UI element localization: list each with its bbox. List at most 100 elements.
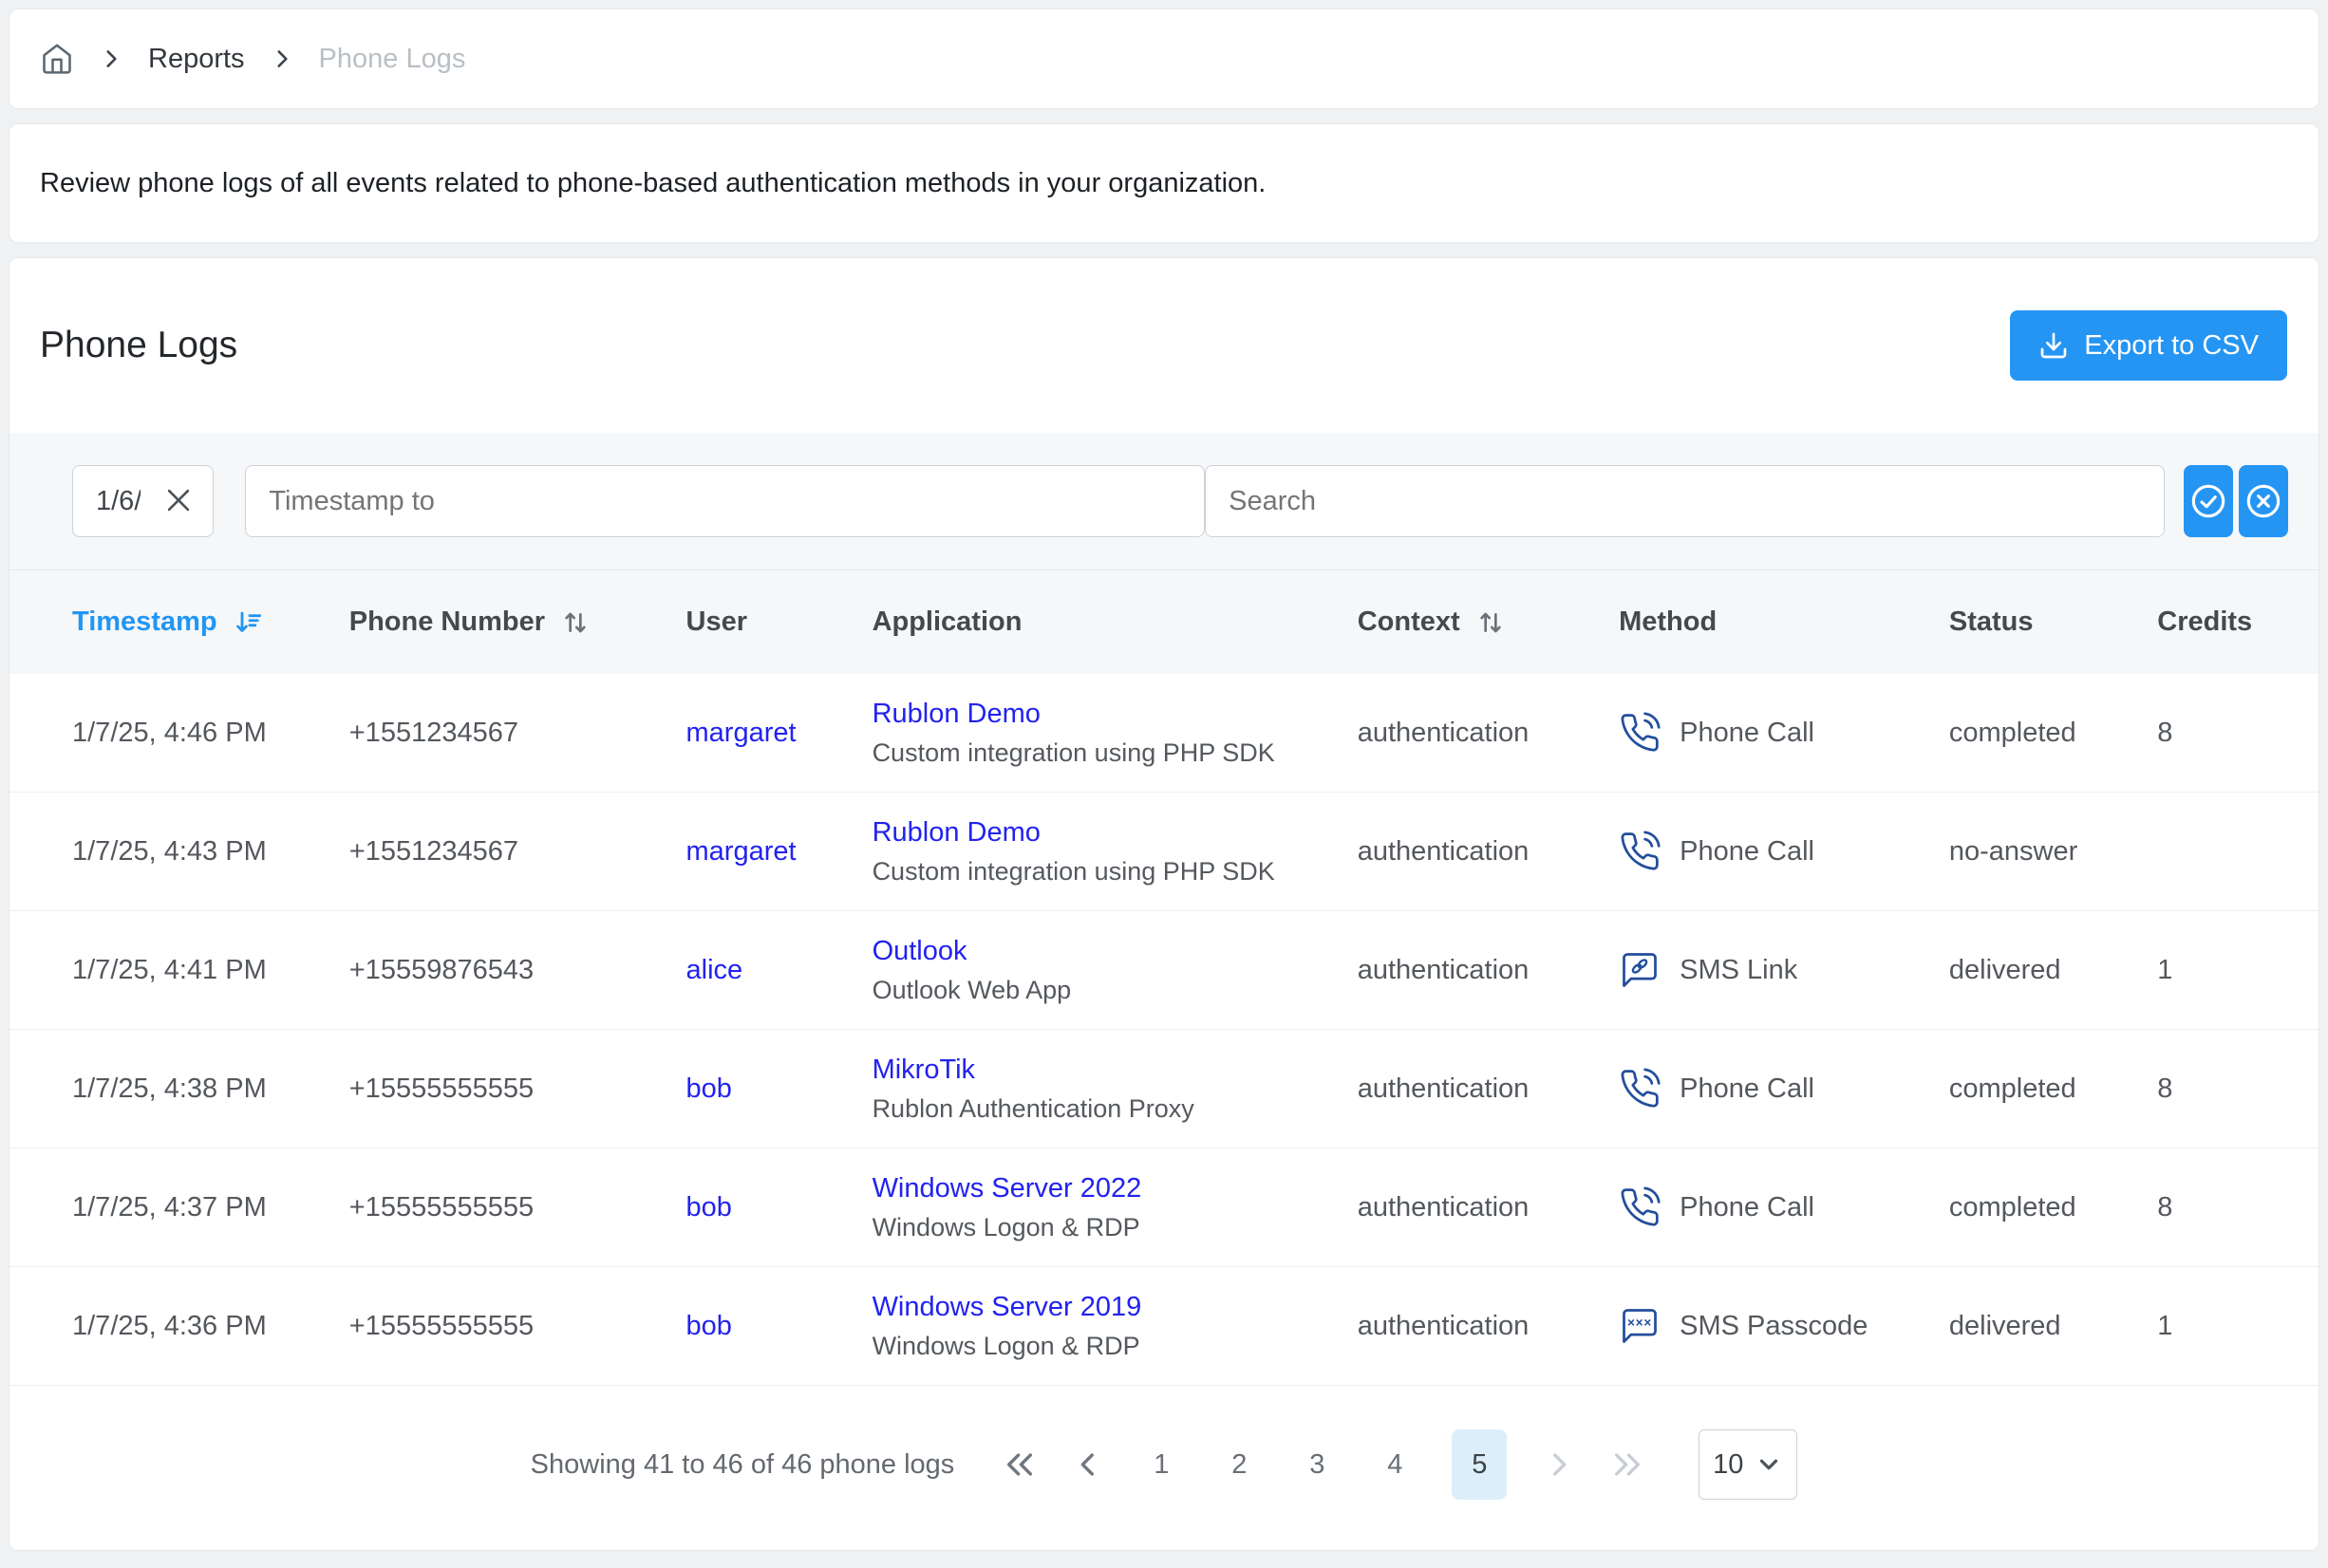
user-link[interactable]: bob bbox=[686, 1311, 732, 1341]
cell-method: Phone Call bbox=[1680, 836, 1814, 868]
search-input[interactable] bbox=[1205, 465, 2165, 537]
cell-context: authentication bbox=[1358, 1192, 1619, 1223]
user-link[interactable]: alice bbox=[686, 955, 743, 985]
column-header-phone-number[interactable]: Phone Number bbox=[349, 607, 686, 638]
page-button-4[interactable]: 4 bbox=[1374, 1449, 1416, 1481]
description-card: Review phone logs of all events related … bbox=[9, 123, 2319, 243]
clear-timestamp-from-button[interactable] bbox=[162, 484, 195, 516]
cell-status: completed bbox=[1949, 718, 2157, 749]
page-button-5-active[interactable]: 5 bbox=[1452, 1429, 1507, 1500]
application-link[interactable]: Rublon Demo bbox=[873, 699, 1358, 730]
chevron-right-icon bbox=[1543, 1448, 1575, 1481]
table-header: Timestamp Phone Number User Application … bbox=[9, 569, 2319, 674]
user-link[interactable]: margaret bbox=[686, 718, 797, 748]
first-page-button[interactable] bbox=[1004, 1448, 1036, 1481]
application-link[interactable]: Outlook bbox=[873, 936, 1358, 967]
chevron-right-icon bbox=[99, 47, 123, 71]
table-row: 1/7/25, 4:37 PM +15555555555 bob Windows… bbox=[9, 1148, 2319, 1267]
cell-method: SMS Passcode bbox=[1680, 1311, 1868, 1342]
close-icon bbox=[162, 484, 195, 516]
application-subtitle: Windows Logon & RDP bbox=[873, 1213, 1358, 1242]
page-button-2[interactable]: 2 bbox=[1218, 1449, 1260, 1481]
phone-logs-panel: Phone Logs Export to CSV Timestamp Phone… bbox=[9, 257, 2319, 1551]
cell-credits: 8 bbox=[2157, 718, 2288, 749]
cell-credits: 8 bbox=[2157, 1192, 2288, 1223]
application-subtitle: Custom integration using PHP SDK bbox=[873, 857, 1358, 887]
double-chevron-right-icon bbox=[1611, 1448, 1643, 1481]
cell-method: Phone Call bbox=[1680, 1192, 1814, 1223]
cell-context: authentication bbox=[1358, 1311, 1619, 1342]
table-row: 1/7/25, 4:41 PM +15559876543 alice Outlo… bbox=[9, 911, 2319, 1030]
table-row: 1/7/25, 4:46 PM +1551234567 margaret Rub… bbox=[9, 674, 2319, 793]
user-link[interactable]: bob bbox=[686, 1192, 732, 1223]
cell-timestamp: 1/7/25, 4:36 PM bbox=[72, 1311, 349, 1342]
pagination: Showing 41 to 46 of 46 phone logs 1 2 3 … bbox=[9, 1429, 2319, 1500]
sort-icon bbox=[1475, 607, 1506, 638]
cell-phone-number: +15555555555 bbox=[349, 1311, 686, 1342]
application-subtitle: Rublon Authentication Proxy bbox=[873, 1094, 1358, 1124]
download-icon bbox=[2038, 330, 2069, 361]
phone-call-icon bbox=[1619, 1068, 1661, 1110]
timestamp-to-input[interactable] bbox=[245, 465, 1205, 537]
column-header-timestamp[interactable]: Timestamp bbox=[72, 607, 349, 638]
last-page-button[interactable] bbox=[1611, 1448, 1643, 1481]
user-link[interactable]: bob bbox=[686, 1073, 732, 1104]
sms-passcode-icon bbox=[1619, 1305, 1661, 1347]
chevron-left-icon bbox=[1072, 1448, 1104, 1481]
apply-filters-button[interactable] bbox=[2184, 465, 2233, 537]
next-page-button[interactable] bbox=[1543, 1448, 1575, 1481]
export-csv-button[interactable]: Export to CSV bbox=[2010, 310, 2287, 381]
page-button-1[interactable]: 1 bbox=[1140, 1449, 1182, 1481]
cell-context: authentication bbox=[1358, 718, 1619, 749]
cell-status: completed bbox=[1949, 1073, 2157, 1105]
cell-status: delivered bbox=[1949, 955, 2157, 986]
cell-phone-number: +15555555555 bbox=[349, 1073, 686, 1105]
application-link[interactable]: MikroTik bbox=[873, 1055, 1358, 1086]
column-header-context[interactable]: Context bbox=[1358, 607, 1619, 638]
filter-bar bbox=[9, 433, 2319, 569]
cell-status: completed bbox=[1949, 1192, 2157, 1223]
column-header-credits: Credits bbox=[2157, 607, 2288, 638]
application-link[interactable]: Rublon Demo bbox=[873, 817, 1358, 849]
chevron-down-icon bbox=[1755, 1450, 1783, 1479]
application-subtitle: Outlook Web App bbox=[873, 976, 1358, 1005]
application-link[interactable]: Windows Server 2022 bbox=[873, 1173, 1358, 1204]
cell-context: authentication bbox=[1358, 1073, 1619, 1105]
breadcrumb: Reports Phone Logs bbox=[9, 9, 2319, 109]
table-row: 1/7/25, 4:38 PM +15555555555 bob MikroTi… bbox=[9, 1030, 2319, 1148]
breadcrumb-reports[interactable]: Reports bbox=[148, 44, 245, 75]
cell-phone-number: +1551234567 bbox=[349, 718, 686, 749]
sort-icon bbox=[560, 607, 591, 638]
phone-call-icon bbox=[1619, 831, 1661, 872]
cell-method: Phone Call bbox=[1680, 718, 1814, 749]
page-button-3[interactable]: 3 bbox=[1296, 1449, 1338, 1481]
pagination-summary: Showing 41 to 46 of 46 phone logs bbox=[531, 1449, 955, 1481]
cell-credits: 8 bbox=[2157, 1073, 2288, 1105]
table-body: 1/7/25, 4:46 PM +1551234567 margaret Rub… bbox=[9, 674, 2319, 1386]
column-header-status: Status bbox=[1949, 607, 2157, 638]
x-circle-icon bbox=[2244, 482, 2282, 520]
home-icon[interactable] bbox=[40, 42, 74, 76]
cell-phone-number: +1551234567 bbox=[349, 836, 686, 868]
phone-call-icon bbox=[1619, 1186, 1661, 1228]
previous-page-button[interactable] bbox=[1072, 1448, 1104, 1481]
double-chevron-left-icon bbox=[1004, 1448, 1036, 1481]
page-description: Review phone logs of all events related … bbox=[40, 168, 1266, 199]
application-link[interactable]: Windows Server 2019 bbox=[873, 1292, 1358, 1323]
page-size-select[interactable]: 10 bbox=[1699, 1429, 1797, 1500]
page-title: Phone Logs bbox=[40, 325, 237, 366]
cell-context: authentication bbox=[1358, 836, 1619, 868]
cell-credits: 1 bbox=[2157, 955, 2288, 986]
user-link[interactable]: margaret bbox=[686, 836, 797, 867]
clear-filters-button[interactable] bbox=[2239, 465, 2288, 537]
column-header-user: User bbox=[686, 607, 873, 638]
cell-phone-number: +15555555555 bbox=[349, 1192, 686, 1223]
cell-timestamp: 1/7/25, 4:46 PM bbox=[72, 718, 349, 749]
application-subtitle: Custom integration using PHP SDK bbox=[873, 738, 1358, 768]
phone-call-icon bbox=[1619, 712, 1661, 754]
cell-timestamp: 1/7/25, 4:38 PM bbox=[72, 1073, 349, 1105]
table-row: 1/7/25, 4:36 PM +15555555555 bob Windows… bbox=[9, 1267, 2319, 1386]
cell-context: authentication bbox=[1358, 955, 1619, 986]
cell-timestamp: 1/7/25, 4:37 PM bbox=[72, 1192, 349, 1223]
cell-status: no-answer bbox=[1949, 836, 2157, 868]
